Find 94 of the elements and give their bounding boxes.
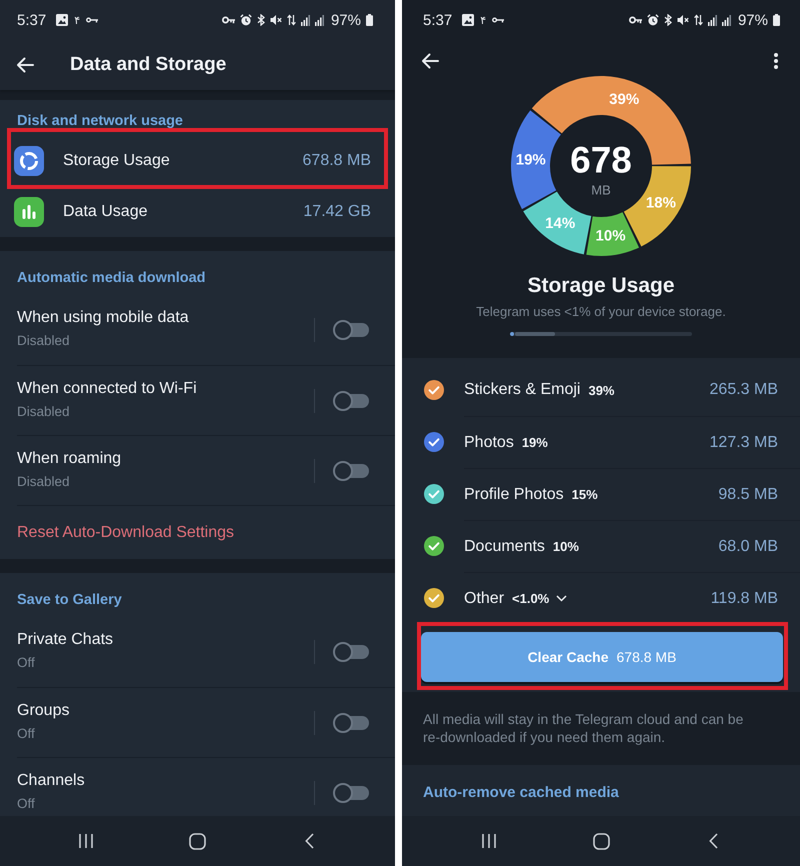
setting-status: Off [17,655,35,671]
bluetooth-icon [664,14,672,26]
category-size: 265.3 MB [710,381,778,399]
status-time: 5:37 [423,12,452,28]
gallery-icon [462,14,474,26]
storage-usage-subtitle: Telegram uses <1% of your device storage. [475,304,727,320]
section-header: Auto-remove cached media [423,784,619,801]
toggle-switch[interactable] [333,642,369,662]
status-time: 5:37 [17,12,46,28]
category-size: 68.0 MB [718,538,778,556]
alarm-icon [646,14,659,26]
setting-label: When using mobile data [17,308,189,328]
battery-percent: 97% [738,12,768,28]
checkbox-icon[interactable] [424,380,444,400]
size-value: 17.42 GB [303,202,371,220]
mute-icon [270,14,282,26]
home-icon[interactable] [592,832,610,850]
section-header: Automatic media download [16,269,207,288]
signal-icon [314,14,324,26]
back-arrow-icon[interactable] [16,57,34,73]
unit-label: MB [591,182,611,198]
battery-icon [773,14,780,26]
storage-usage-title: Storage Usage [526,273,676,299]
toggle-switch[interactable] [333,712,369,732]
setting-label: Groups [17,701,70,721]
category-percent: 10% [552,539,579,554]
chevron-down-icon[interactable] [556,595,568,602]
total-size-value: 678 [570,140,632,180]
key-icon [86,17,98,23]
setting-label: Channels [17,771,85,791]
size-value: 678.8 MB [302,152,371,170]
category-name: Photos [464,434,514,452]
checkbox-icon[interactable] [424,432,444,452]
toggle-switch[interactable] [333,460,369,480]
menu-item-label[interactable]: Data Usage [63,202,304,220]
mobile-data-icon [286,14,296,26]
notification-glyph: ۴ [480,14,486,26]
category-size: 119.8 MB [710,590,778,608]
mobile-data-icon [694,14,703,26]
signal-icon [300,14,310,26]
slice-percent-label: 10% [596,227,626,244]
signal-icon [708,14,717,26]
setting-status: Disabled [17,333,70,349]
setting-label: When connected to Wi-Fi [17,379,197,399]
back-icon[interactable] [305,833,314,849]
setting-label: Private Chats [17,630,114,650]
checkbox-icon[interactable] [424,536,444,556]
setting-status: Off [17,726,35,742]
toggle-switch[interactable] [333,390,369,410]
back-icon[interactable] [708,833,718,849]
screen-title: Data and Storage [70,54,226,76]
key-icon [492,17,504,23]
cache-info-note: All media will stay in the Telegram cloud and can be re-downloaded if you need them again. [423,710,744,746]
category-size: 127.3 MB [710,434,778,452]
category-size: 98.5 MB [718,486,778,504]
battery-percent: 97% [330,12,361,28]
more-options-icon[interactable] [774,53,778,69]
slice-percent-label: 14% [545,214,576,232]
category-percent: 39% [588,382,614,398]
slice-percent-label: 39% [609,90,640,108]
mute-icon [676,14,689,26]
section-header: Save to Gallery [16,591,123,610]
bluetooth-icon [256,14,265,26]
reset-link[interactable]: Reset Auto-Download Settings [17,524,234,542]
recent-apps-icon[interactable] [481,833,497,849]
category-percent: <1.0% [512,591,550,606]
setting-status: Off [17,796,35,812]
slice-percent-label: 19% [516,152,546,169]
toggle-switch[interactable] [333,782,369,802]
checkbox-icon[interactable] [424,484,444,504]
menu-item-label[interactable]: Storage Usage [63,152,303,170]
notification-glyph: ۴ [74,14,80,26]
section-header: Disk and network usage [16,112,184,131]
back-arrow-icon[interactable] [421,53,439,69]
category-name: Documents [464,538,545,556]
setting-label: When roaming [17,449,122,469]
home-icon[interactable] [189,832,206,850]
key-icon [628,16,642,24]
toggle-switch[interactable] [333,320,369,340]
recent-apps-icon[interactable] [78,833,94,849]
battery-icon [366,14,373,26]
category-percent: 19% [522,435,548,450]
checkbox-icon[interactable] [424,588,444,608]
slice-percent-label: 18% [646,194,676,212]
gallery-icon [56,14,68,26]
setting-status: Disabled [17,474,70,490]
alarm-icon [240,14,252,26]
signal-icon [722,14,731,26]
category-name: Stickers & Emoji [464,381,580,399]
setting-status: Disabled [17,404,70,420]
category-percent: 15% [572,487,598,502]
key-icon [222,16,235,24]
category-name: Profile Photos [464,486,564,504]
category-name: Other [464,590,504,608]
